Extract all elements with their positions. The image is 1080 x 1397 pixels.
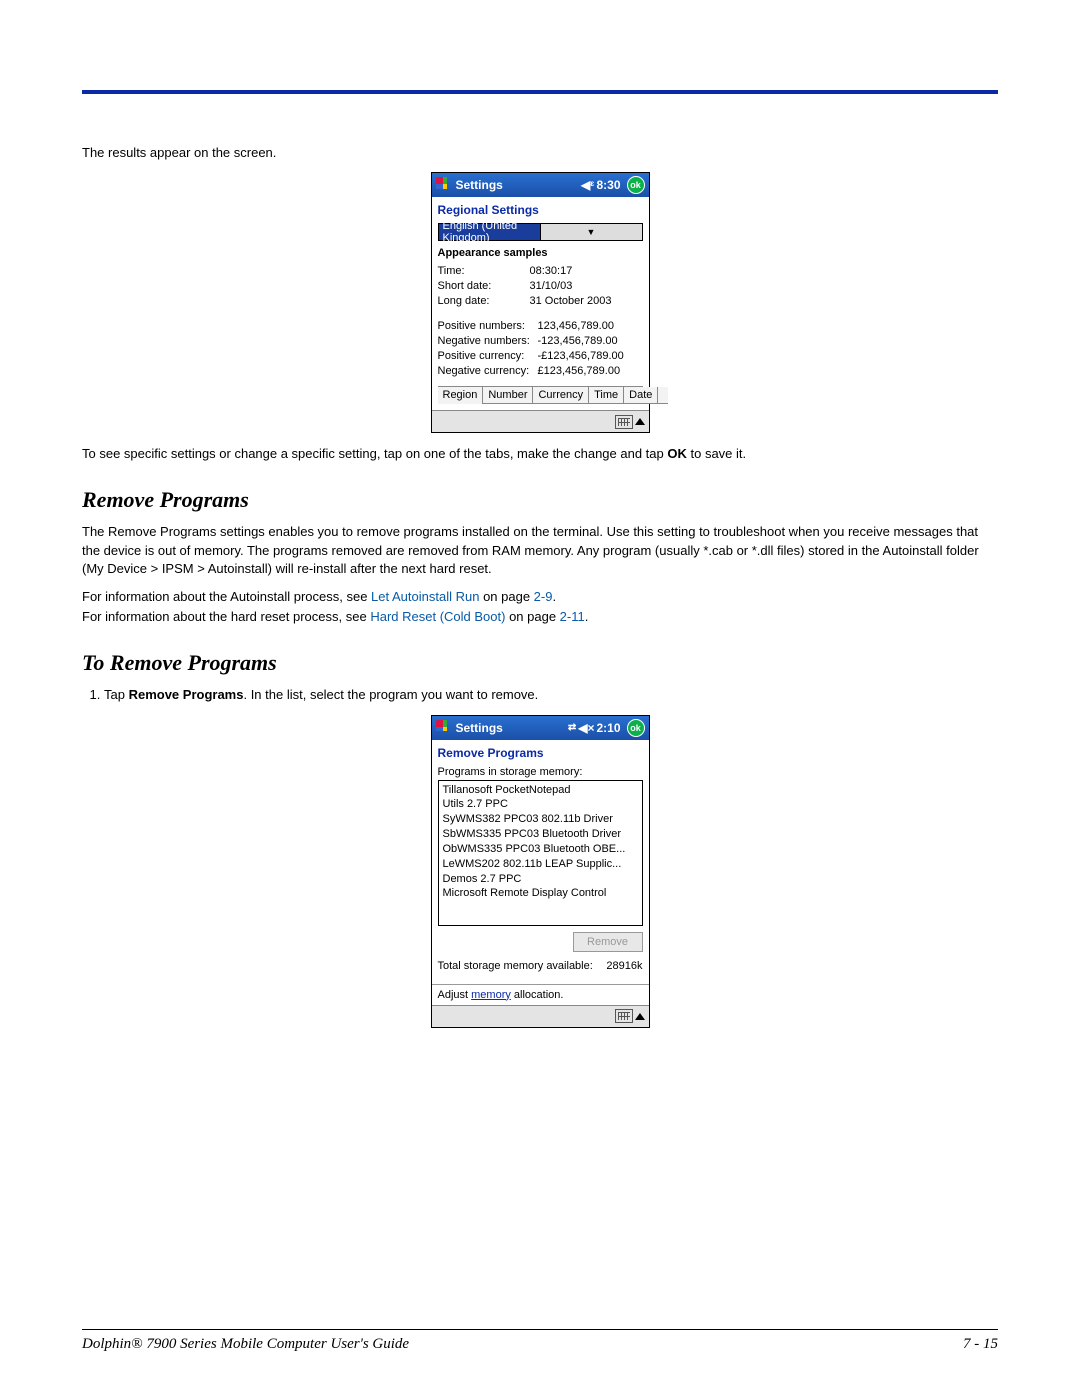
link-autoinstall[interactable]: Let Autoinstall Run	[371, 589, 479, 604]
pda-footer	[432, 1005, 649, 1027]
list-item[interactable]: Utils 2.7 PPC	[443, 797, 638, 812]
sample-row: Positive currency:-£123,456,789.00	[438, 348, 643, 363]
link-page-211[interactable]: 2-11	[560, 609, 585, 624]
memory-available: Total storage memory available:28916k	[438, 958, 643, 978]
para-remove-desc: The Remove Programs settings enables you…	[82, 523, 998, 578]
keyboard-icon[interactable]	[615, 415, 633, 429]
pda-titlebar: Settings ◀ᵋ 8:30 ok	[432, 173, 649, 197]
tab-time[interactable]: Time	[589, 387, 624, 404]
chevron-down-icon[interactable]: ▼	[540, 224, 642, 240]
programs-label: Programs in storage memory:	[438, 766, 643, 778]
sample-row: Negative numbers:-123,456,789.00	[438, 333, 643, 348]
list-item[interactable]: Tillanosoft PocketNotepad	[443, 783, 638, 798]
footer-title: Dolphin® 7900 Series Mobile Computer Use…	[82, 1336, 409, 1353]
link-page-29[interactable]: 2-9	[534, 589, 553, 604]
sample-row: Negative currency:£123,456,789.00	[438, 363, 643, 378]
tab-date[interactable]: Date	[624, 387, 658, 404]
heading-to-remove: To Remove Programs	[82, 650, 998, 676]
pda-title-text: Settings	[456, 178, 503, 192]
para-autoinstall-ref: For information about the Autoinstall pr…	[82, 588, 998, 606]
page-footer: Dolphin® 7900 Series Mobile Computer Use…	[82, 1329, 998, 1353]
tab-region[interactable]: Region	[438, 387, 484, 404]
up-arrow-icon[interactable]	[635, 1013, 645, 1020]
list-item[interactable]: SbWMS335 PPC03 Bluetooth Driver	[443, 827, 638, 842]
step-1: Tap Remove Programs. In the list, select…	[104, 686, 998, 704]
adjust-memory-row: Adjust memory allocation.	[432, 984, 649, 1005]
sample-row: Short date:31/10/03	[438, 278, 643, 293]
clock-text: 2:10	[596, 721, 620, 735]
heading-remove-programs: Remove Programs	[82, 487, 998, 513]
pda-regional-settings: Settings ◀ᵋ 8:30 ok Regional Settings En…	[431, 172, 650, 433]
sample-row: Long date:31 October 2003	[438, 293, 643, 308]
pda-titlebar: Settings ⇄ ◀× 2:10 ok	[432, 716, 649, 740]
memory-link[interactable]: memory	[471, 989, 511, 1001]
list-item[interactable]: SyWMS382 PPC03 802.11b Driver	[443, 812, 638, 827]
para-hardreset-ref: For information about the hard reset pro…	[82, 608, 998, 626]
top-rule	[82, 90, 998, 94]
start-icon[interactable]	[436, 177, 452, 193]
start-icon[interactable]	[436, 720, 452, 736]
sample-row: Positive numbers:123,456,789.00	[438, 318, 643, 333]
up-arrow-icon[interactable]	[635, 418, 645, 425]
locale-dropdown[interactable]: English (United Kingdom) ▼	[438, 223, 643, 241]
para-tabs-hint: To see specific settings or change a spe…	[82, 445, 998, 463]
pda-heading: Remove Programs	[432, 740, 649, 764]
programs-listbox[interactable]: Tillanosoft PocketNotepad Utils 2.7 PPC …	[438, 780, 643, 926]
connectivity-icon[interactable]: ⇄	[568, 722, 575, 733]
ok-button[interactable]: ok	[627, 719, 645, 737]
ok-button[interactable]: ok	[627, 176, 645, 194]
intro-text: The results appear on the screen.	[82, 144, 998, 162]
tab-number[interactable]: Number	[483, 387, 533, 404]
tab-currency[interactable]: Currency	[533, 387, 589, 404]
keyboard-icon[interactable]	[615, 1009, 633, 1023]
list-item[interactable]: LeWMS202 802.11b LEAP Supplic...	[443, 857, 638, 872]
steps-list: Tap Remove Programs. In the list, select…	[82, 686, 998, 704]
clock-text: 8:30	[596, 178, 620, 192]
locale-value: English (United Kingdom)	[439, 220, 540, 244]
list-item[interactable]: ObWMS335 PPC03 Bluetooth OBE...	[443, 842, 638, 857]
link-hard-reset[interactable]: Hard Reset (Cold Boot)	[370, 609, 505, 624]
list-item[interactable]: Microsoft Remote Display Control	[443, 886, 638, 901]
sample-row: Time:08:30:17	[438, 263, 643, 278]
pda-tabs: Region Number Currency Time Date	[438, 386, 643, 404]
footer-page: 7 - 15	[963, 1336, 998, 1353]
samples-heading: Appearance samples	[438, 247, 643, 259]
speaker-icon[interactable]: ◀ᵋ	[581, 178, 594, 192]
pda-title-text: Settings	[456, 721, 503, 735]
speaker-icon[interactable]: ◀×	[578, 721, 594, 735]
pda-remove-programs: Settings ⇄ ◀× 2:10 ok Remove Programs Pr…	[431, 715, 650, 1028]
remove-button[interactable]: Remove	[573, 932, 643, 952]
pda-heading: Regional Settings	[432, 197, 649, 221]
pda-footer	[432, 410, 649, 432]
list-item[interactable]: Demos 2.7 PPC	[443, 872, 638, 887]
